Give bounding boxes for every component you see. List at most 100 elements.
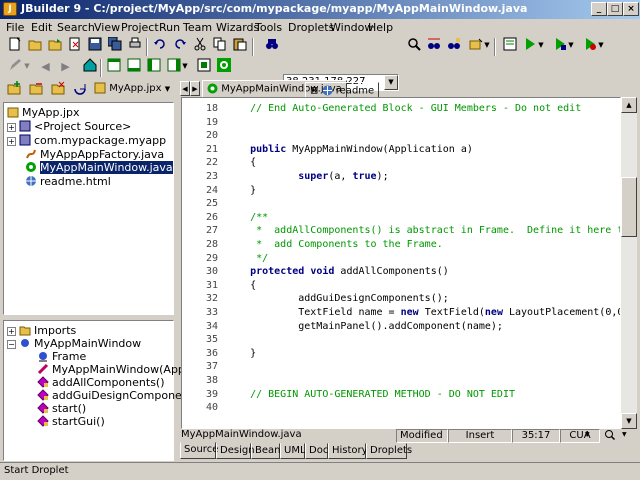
structure-class[interactable]: − MyAppMainWindow — [7, 337, 141, 350]
tab-source[interactable]: Source — [180, 442, 218, 459]
chevron-down-icon[interactable]: ▼ — [180, 58, 190, 77]
menu-run[interactable]: Run — [159, 21, 180, 34]
layout-icon[interactable] — [104, 58, 123, 77]
chevron-down-icon[interactable]: ▼ — [596, 37, 606, 56]
chevron-down-icon[interactable]: ▼ — [22, 58, 32, 77]
find-classes-icon[interactable] — [424, 37, 443, 56]
collapse-icon[interactable]: − — [7, 340, 16, 349]
menu-search[interactable]: Search — [57, 21, 95, 34]
close-file-icon[interactable] — [65, 37, 84, 56]
scroll-down-icon[interactable]: ▼ — [621, 413, 637, 429]
close-button[interactable]: × — [623, 2, 639, 16]
menu-window[interactable]: Window — [330, 21, 373, 34]
tree-item-project-source[interactable]: + <Project Source> — [7, 120, 131, 133]
chevron-down-icon[interactable]: ▼ — [566, 37, 576, 56]
chevron-down-icon[interactable]: ▼ — [536, 37, 546, 56]
chevron-down-icon[interactable]: ▼ — [582, 429, 592, 443]
reopen-icon[interactable] — [45, 37, 64, 56]
menu-tools[interactable]: Tools — [255, 21, 282, 34]
open-folder-icon[interactable] — [25, 37, 44, 56]
code-line: * add Components to the Frame. — [226, 239, 443, 250]
line-number: 26 — [205, 211, 218, 223]
minimize-button[interactable]: _ — [591, 2, 607, 16]
menu-file[interactable]: File — [6, 21, 24, 34]
project-toolbar: MyApp.jpx ▼ — [2, 80, 174, 102]
tab-readme[interactable]: ⊠ readme — [305, 82, 380, 98]
code-line: protected void addAllComponents() — [250, 266, 449, 278]
menu-droplets[interactable]: Droplets — [288, 21, 334, 34]
structure-method[interactable]: startGui() — [37, 415, 105, 428]
tree-item-package[interactable]: + com.mypackage.myapp — [7, 134, 166, 147]
structure-imports[interactable]: + Imports — [7, 324, 76, 337]
structure-method[interactable]: start() — [37, 402, 86, 415]
tree-item-project[interactable]: MyApp.jpx — [7, 106, 80, 119]
redo-icon[interactable] — [170, 37, 189, 56]
save-icon[interactable] — [85, 37, 104, 56]
code-editor[interactable]: 18 19 20 21 22 23 24 25 26 27 28 29 30 31 32 33 34 35 36 37… — [181, 97, 621, 429]
scroll-up-icon[interactable]: ▲ — [621, 97, 637, 113]
code-line: getMainPanel().addComponent(name); — [226, 320, 503, 332]
project-selector[interactable]: MyApp.jpx ▼ — [94, 82, 170, 99]
cut-icon[interactable] — [190, 37, 209, 56]
menu-team[interactable]: Team — [183, 21, 212, 34]
paste-icon[interactable] — [230, 37, 249, 56]
search-icon[interactable] — [601, 429, 619, 443]
tree-item-app-factory[interactable]: MyAppAppFactory.java — [25, 148, 164, 161]
code-line: public MyAppMainWindow(Application a) — [250, 143, 473, 155]
droplet-icon[interactable] — [214, 58, 233, 77]
menu-wizards[interactable]: Wizards — [216, 21, 259, 34]
expand-icon[interactable]: + — [7, 137, 16, 146]
component-icon[interactable] — [194, 58, 213, 77]
class-icon — [19, 337, 31, 349]
refresh-icon[interactable] — [70, 81, 89, 100]
menu-edit[interactable]: Edit — [31, 21, 52, 34]
tab-uml[interactable]: UML — [280, 443, 306, 459]
close-project-icon[interactable] — [48, 81, 67, 100]
add-files-icon[interactable] — [4, 81, 23, 100]
undo-icon[interactable] — [150, 37, 169, 56]
tab-scroll-left-icon[interactable]: ◀ — [180, 81, 190, 96]
structure-extends[interactable]: Frame — [37, 350, 86, 363]
tab-droplets[interactable]: Droplets — [366, 443, 412, 459]
toolbar-separator — [252, 38, 254, 56]
menu-help[interactable]: Help — [368, 21, 393, 34]
html-file-icon — [25, 175, 37, 187]
expand-icon[interactable]: + — [7, 123, 16, 132]
tab-design[interactable]: Design — [216, 443, 255, 459]
chevron-down-icon[interactable]: ▼ — [619, 429, 631, 443]
tab-scroll-right-icon[interactable]: ▶ — [190, 81, 200, 96]
menu-view[interactable]: View — [94, 21, 120, 34]
menu-project[interactable]: Project — [121, 21, 159, 34]
layout-2-icon[interactable] — [124, 58, 143, 77]
new-file-icon[interactable] — [5, 37, 24, 56]
maximize-button[interactable]: □ — [607, 2, 623, 16]
structure-method[interactable]: addAllComponents() — [37, 376, 165, 389]
scroll-thumb[interactable] — [621, 177, 637, 237]
debug-window-icon[interactable] — [500, 37, 519, 56]
tree-item-readme[interactable]: readme.html — [25, 175, 111, 188]
keymap-indicator[interactable]: CUA — [560, 429, 600, 443]
vertical-scrollbar[interactable]: ▲ ▼ — [621, 97, 637, 429]
copy-icon[interactable] — [210, 37, 229, 56]
print-icon[interactable] — [125, 37, 144, 56]
tab-history[interactable]: History — [328, 443, 368, 459]
layout-3-icon[interactable] — [144, 58, 163, 77]
back-arrow-icon[interactable]: ◀ — [36, 58, 55, 77]
status-text: Start Droplet — [4, 465, 69, 476]
chevron-down-icon[interactable]: ▼ — [482, 37, 492, 56]
search-icon[interactable] — [404, 37, 423, 56]
tree-item-main-window[interactable]: MyAppMainWindow.java — [25, 161, 173, 174]
home-icon[interactable] — [80, 58, 99, 77]
chevron-down-icon[interactable]: ▼ — [165, 85, 170, 93]
cursor-position: 35:17 — [512, 429, 560, 443]
expand-icon[interactable]: + — [7, 327, 16, 336]
forward-arrow-icon[interactable]: ▶ — [56, 58, 75, 77]
save-all-icon[interactable] — [105, 36, 124, 56]
navigation-toolbar: ▼ ◀ ▶ ▼ — [0, 58, 640, 78]
find-in-path-icon[interactable] — [444, 37, 463, 56]
tab-doc[interactable]: Doc — [305, 443, 328, 459]
close-icon[interactable]: ⊠ — [310, 86, 318, 97]
binoculars-icon[interactable] — [262, 37, 281, 56]
tab-bean[interactable]: Bean — [251, 443, 280, 459]
remove-files-icon[interactable] — [26, 81, 45, 100]
